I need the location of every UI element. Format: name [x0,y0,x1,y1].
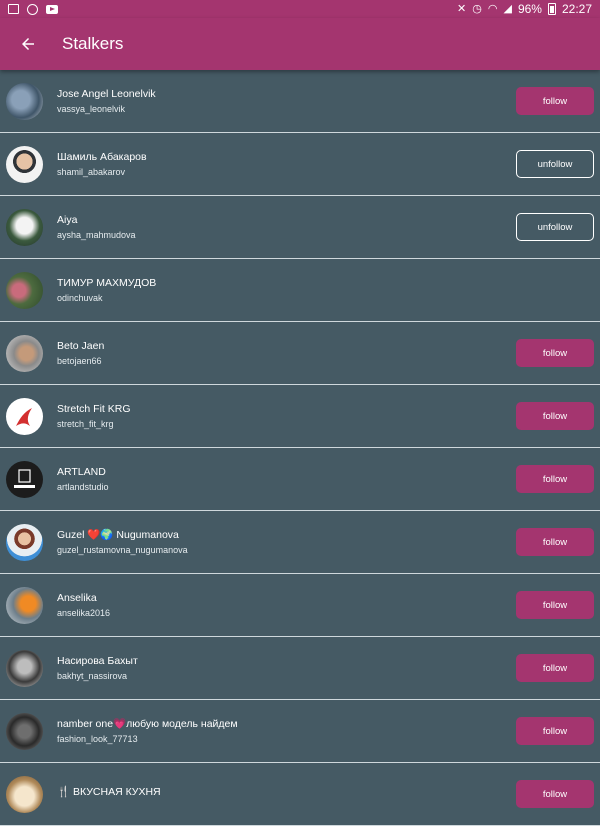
follow-button[interactable]: follow [516,465,594,493]
list-item[interactable]: namber one💗любую модель найдем fashion_l… [0,700,600,763]
status-right: ✕ ◷ ◠ ◢ 96% 22:27 [457,2,600,16]
battery-percent: 96% [517,2,542,16]
follow-button[interactable]: follow [516,402,594,430]
follow-button[interactable]: follow [516,780,594,808]
follow-button[interactable]: follow [516,528,594,556]
list-item[interactable]: Jose Angel Leonelvik vassya_leonelvik fo… [0,70,600,133]
list-item[interactable]: Guzel ❤️🌍 Nugumanova guzel_rustamovna_nu… [0,511,600,574]
list-item[interactable]: ARTLAND artlandstudio follow [0,448,600,511]
follow-button[interactable]: follow [516,591,594,619]
page-title: Stalkers [62,34,124,53]
back-button[interactable] [16,32,40,56]
battery-icon [547,3,556,15]
whatsapp-icon [27,3,38,15]
avatar [6,712,43,750]
artland-logo-icon [14,468,35,488]
list-item[interactable]: 🍴 ВКУСНАЯ КУХНЯ follow [0,763,600,826]
status-bar: ✕ ◷ ◠ ◢ 96% 22:27 [0,0,600,18]
avatar [6,145,43,183]
arrow-back-icon [22,38,34,50]
avatar [6,208,43,246]
avatar [6,397,43,435]
unfollow-button[interactable]: unfollow [516,213,594,241]
follow-button[interactable]: follow [516,339,594,367]
avatar [6,523,43,561]
avatar [6,460,43,498]
wifi-icon: ◠ [487,3,498,15]
signal-icon: ◢ [503,3,512,15]
follow-button[interactable]: follow [516,717,594,745]
list-item[interactable]: Beto Jaen betojaen66 follow [0,322,600,385]
follow-button[interactable]: follow [516,654,594,682]
list-item[interactable]: Anselika anselika2016 follow [0,574,600,637]
list-item[interactable]: ТИМУР МАХМУДОВ odinchuvak [0,259,600,322]
mute-icon: ✕ [457,3,467,15]
stretch-fit-logo-icon [16,407,32,426]
stalkers-list: Jose Angel Leonelvik vassya_leonelvik fo… [0,70,600,826]
clock: 22:27 [561,2,592,16]
avatar [6,775,43,813]
display-name: ТИМУР МАХМУДОВ [57,276,157,289]
status-left [0,3,58,15]
app-bar: Stalkers [0,18,600,70]
avatar [6,649,43,687]
list-item[interactable]: Aiya aysha_mahmudova unfollow [0,196,600,259]
unfollow-button[interactable]: unfollow [516,150,594,178]
avatar [6,586,43,624]
avatar [6,82,43,120]
youtube-icon [46,4,58,14]
username: odinchuvak [57,292,103,303]
follow-button[interactable]: follow [516,87,594,115]
gallery-icon [8,4,19,14]
avatar [6,334,43,372]
list-item[interactable]: Насирова Бахыт bakhyt_nassirova follow [0,637,600,700]
avatar [6,271,43,309]
list-item[interactable]: Шамиль Абакаров shamil_abakarov unfollow [0,133,600,196]
alarm-icon: ◷ [472,3,482,15]
list-item[interactable]: Stretch Fit KRG stretch_fit_krg follow [0,385,600,448]
